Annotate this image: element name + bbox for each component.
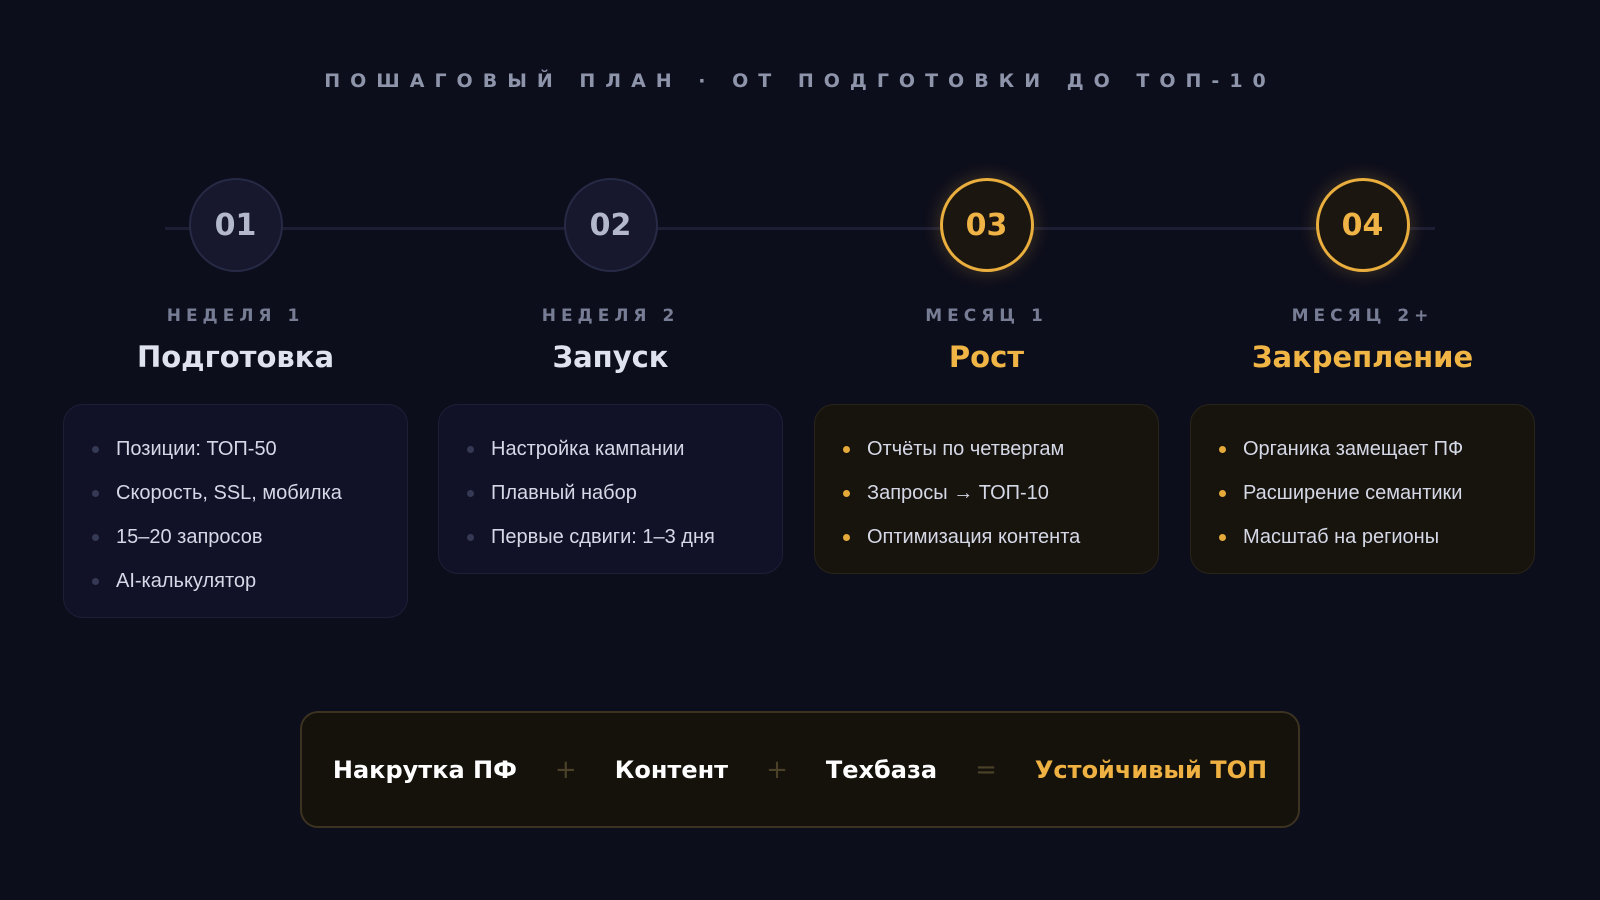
bullet-dot-icon [1219,533,1226,541]
list-item-label: Масштаб на регионы [1243,525,1440,548]
list-item-label: Органика замещает ПФ [1243,437,1464,460]
formula-term: Техбаза [825,755,938,784]
step-column-3: 03 МЕСЯЦ 1 Рост Отчёты по четвергам Запр… [814,178,1159,574]
step-card: Настройка кампании Плавный набор Первые … [438,404,783,574]
list-item: Расширение семантики [1219,471,1506,515]
list-item-label: 15–20 запросов [116,525,263,548]
step-column-2: 02 НЕДЕЛЯ 2 Запуск Настройка кампании Пл… [438,178,783,574]
step-period: НЕДЕЛЯ 2 [541,306,680,326]
formula-banner: Накрутка ПФ + Контент + Техбаза = Устойч… [300,711,1300,828]
bullet-dot-icon [843,445,850,453]
plus-icon: + [766,754,788,785]
list-item: AI-калькулятор [92,559,379,603]
list-item: 15–20 запросов [92,515,379,559]
list-item-label: Оптимизация контента [867,525,1081,548]
step-card: Позиции: ТОП-50 Скорость, SSL, мобилка 1… [63,404,408,618]
list-item-label: Запросы → ТОП-10 [867,481,1049,504]
step-title: Подготовка [136,340,335,374]
equals-icon: = [975,754,997,785]
bullet-dot-icon [92,577,99,585]
bullet-dot-icon [1219,445,1226,453]
step-period: НЕДЕЛЯ 1 [166,306,305,326]
bullet-dot-icon [467,533,474,541]
list-item-label: Первые сдвиги: 1–3 дня [491,525,715,548]
bullet-dot-icon [92,445,99,453]
bullet-dot-icon [467,489,474,497]
page-title: ПОШАГОВЫЙ ПЛАН · ОТ ПОДГОТОВКИ ДО ТОП-10 [324,70,1276,92]
step-title: Запуск [552,340,669,374]
formula-term: Контент [614,755,729,784]
list-item-label: Расширение семантики [1243,481,1463,504]
list-item-label: Скорость, SSL, мобилка [116,481,342,504]
list-item: Плавный набор [467,471,754,515]
list-item-label: Настройка кампании [491,437,685,460]
list-item: Органика замещает ПФ [1219,427,1506,471]
step-card: Отчёты по четвергам Запросы → ТОП-10 Опт… [814,404,1159,574]
list-item: Позиции: ТОП-50 [92,427,379,471]
step-period: МЕСЯЦ 2+ [1291,306,1434,326]
step-period: МЕСЯЦ 1 [925,306,1048,326]
step-number-badge: 04 [1315,178,1410,272]
list-item-label: Отчёты по четвергам [867,437,1065,460]
bullet-dot-icon [92,533,99,541]
list-item-label: Позиции: ТОП-50 [116,437,277,460]
step-title: Закрепление [1251,340,1474,374]
list-item: Первые сдвиги: 1–3 дня [467,515,754,559]
step-column-1: 01 НЕДЕЛЯ 1 Подготовка Позиции: ТОП-50 С… [63,178,408,618]
formula-term: Накрутка ПФ [332,755,517,784]
bullet-dot-icon [843,489,850,497]
bullet-dot-icon [467,445,474,453]
list-item: Отчёты по четвергам [843,427,1130,471]
list-item: Оптимизация контента [843,515,1130,559]
step-column-4: 04 МЕСЯЦ 2+ Закрепление Органика замещае… [1190,178,1535,574]
list-item: Скорость, SSL, мобилка [92,471,379,515]
bullet-dot-icon [92,489,99,497]
step-number-badge: 02 [563,178,658,272]
formula-result: Устойчивый ТОП [1034,755,1268,784]
step-card: Органика замещает ПФ Расширение семантик… [1190,404,1535,574]
list-item: Запросы → ТОП-10 [843,471,1130,515]
bullet-dot-icon [1219,489,1226,497]
step-number-badge: 03 [939,178,1034,272]
list-item-label: Плавный набор [491,481,637,504]
list-item-label: AI-калькулятор [116,569,257,592]
roadmap-page: ПОШАГОВЫЙ ПЛАН · ОТ ПОДГОТОВКИ ДО ТОП-10… [0,0,1600,900]
list-item: Масштаб на регионы [1219,515,1506,559]
step-number-badge: 01 [188,178,283,272]
step-title: Рост [948,340,1025,374]
bullet-dot-icon [843,533,850,541]
list-item: Настройка кампании [467,427,754,471]
plus-icon: + [554,754,577,785]
